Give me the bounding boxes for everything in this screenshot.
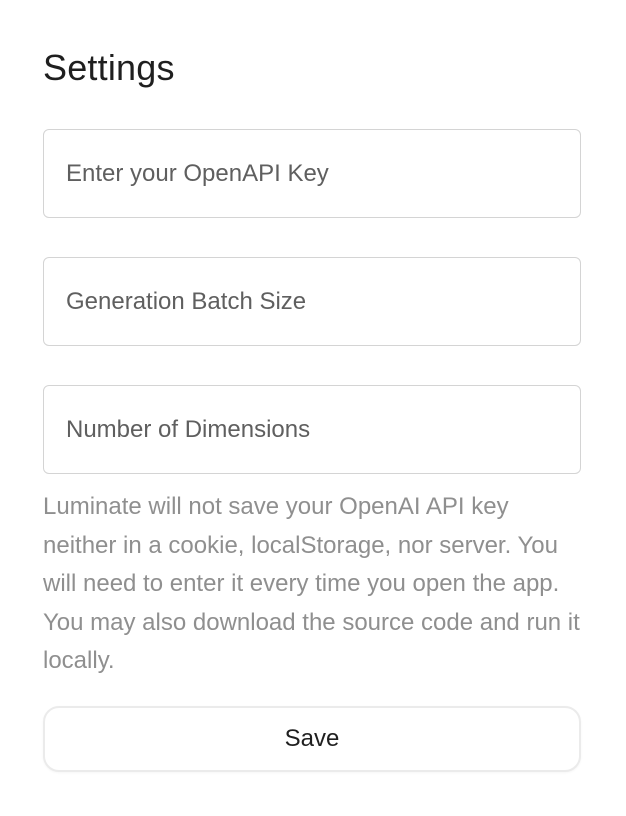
privacy-note: Luminate will not save your OpenAI API k… [43, 493, 580, 675]
api-key-input[interactable] [43, 129, 581, 218]
dimensions-input[interactable] [43, 385, 581, 474]
save-button[interactable]: Save [43, 706, 581, 772]
batch-size-input[interactable] [43, 257, 581, 346]
page-title: Settings [43, 47, 175, 88]
